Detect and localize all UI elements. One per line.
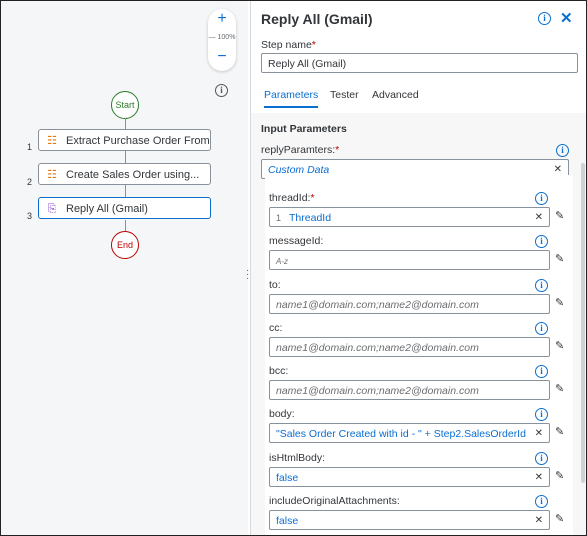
step-extract-po[interactable]: ☷ Extract Purchase Order From... [38,129,211,151]
tab-parameters[interactable]: Parameters [264,89,319,108]
clear-icon[interactable]: ✕ [535,511,543,529]
messageid-input[interactable]: A-z [269,250,550,270]
zoom-level: — 100% [208,34,236,41]
info-icon[interactable]: i [538,12,551,25]
edit-formula-icon[interactable]: ✎ [555,296,564,309]
end-node[interactable]: End [111,231,139,259]
info-icon[interactable]: i [535,452,548,465]
clear-icon[interactable]: ✕ [535,208,543,226]
step-name-label: Step name* [261,39,316,51]
step-label: Extract Purchase Order From... [66,135,211,147]
step-name-input[interactable]: Reply All (Gmail) [261,53,578,73]
to-input[interactable]: name1@domain.com;name2@domain.com [269,294,550,314]
edit-formula-icon[interactable]: ✎ [555,209,564,222]
threadid-label: threadId:* [269,192,315,204]
parameters-group: threadId:* i 1 ThreadId ✕ ✎ messageId: i … [265,175,573,535]
tab-advanced[interactable]: Advanced [372,89,419,101]
cc-label: cc: [269,322,283,334]
edit-formula-icon[interactable]: ✎ [555,425,564,438]
step-number: 2 [27,177,33,187]
org-chart-icon: ☷ [47,169,57,181]
connector-line [125,185,126,197]
info-icon[interactable]: i [556,144,569,157]
step-label: Reply All (Gmail) [66,203,148,215]
edit-formula-icon[interactable]: ✎ [555,339,564,352]
connector-line [125,220,126,231]
connector-line [125,151,126,163]
threadid-input[interactable]: 1 ThreadId ✕ [269,207,550,227]
bcc-input[interactable]: name1@domain.com;name2@domain.com [269,380,550,400]
bcc-label: bcc: [269,365,289,377]
start-node[interactable]: Start [111,91,139,119]
zoom-control: + — 100% − [208,9,236,71]
input-parameters-section: Input Parameters replyParamters:* i Cust… [251,113,586,535]
process-canvas[interactable]: + — 100% − i Start 1 ☷ Extract Purchase O… [1,1,248,535]
zoom-in-button[interactable]: + [208,9,236,29]
step-number: 1 [27,142,33,152]
info-icon[interactable]: i [535,408,548,421]
clear-icon[interactable]: ✕ [535,468,543,486]
info-icon[interactable]: i [535,322,548,335]
step-create-sales-order[interactable]: ☷ Create Sales Order using... [38,163,211,185]
to-label: to: [269,279,281,291]
app-frame: + — 100% − i Start 1 ☷ Extract Purchase O… [0,0,587,536]
close-icon[interactable]: ✕ [560,9,573,27]
cc-input[interactable]: name1@domain.com;name2@domain.com [269,337,550,357]
scrollbar[interactable] [581,163,585,483]
clear-icon[interactable]: ✕ [532,424,543,442]
connector-line [125,118,126,129]
step-number: 3 [27,211,33,221]
tab-tester[interactable]: Tester [330,89,359,101]
resize-handle[interactable]: · · · [246,266,249,284]
panel-title: Reply All (Gmail) [261,11,373,27]
step-reply-all[interactable]: ⎘ Reply All (Gmail) [38,197,211,219]
include-attachments-label: includeOriginalAttachments: [269,495,400,507]
info-icon[interactable]: i [535,192,548,205]
tab-bar: Parameters Tester Advanced [251,87,586,114]
info-icon[interactable]: i [215,84,228,97]
zoom-out-button[interactable]: − [208,47,236,67]
info-icon[interactable]: i [535,279,548,292]
ishtmlbody-input[interactable]: false ✕ [269,467,550,487]
edit-formula-icon[interactable]: ✎ [555,252,564,265]
properties-panel: Reply All (Gmail) i ✕ Step name* Reply A… [250,1,586,535]
body-label: body: [269,408,295,420]
info-icon[interactable]: i [535,365,548,378]
messageid-label: messageId: [269,235,324,247]
clipboard-icon: ⎘ [47,203,57,215]
info-icon[interactable]: i [535,235,548,248]
info-icon[interactable]: i [535,495,548,508]
edit-formula-icon[interactable]: ✎ [555,512,564,525]
edit-formula-icon[interactable]: ✎ [555,469,564,482]
include-attachments-input[interactable]: false ✕ [269,510,550,530]
org-chart-icon: ☷ [47,135,57,147]
reply-params-label: replyParamters:* [261,144,340,156]
ishtmlbody-label: isHtmlBody: [269,452,326,464]
body-input[interactable]: "Sales Order Created with id - " + Step2… [269,423,550,443]
step-label: Create Sales Order using... [66,169,200,181]
edit-formula-icon[interactable]: ✎ [555,382,564,395]
section-title: Input Parameters [261,123,347,135]
